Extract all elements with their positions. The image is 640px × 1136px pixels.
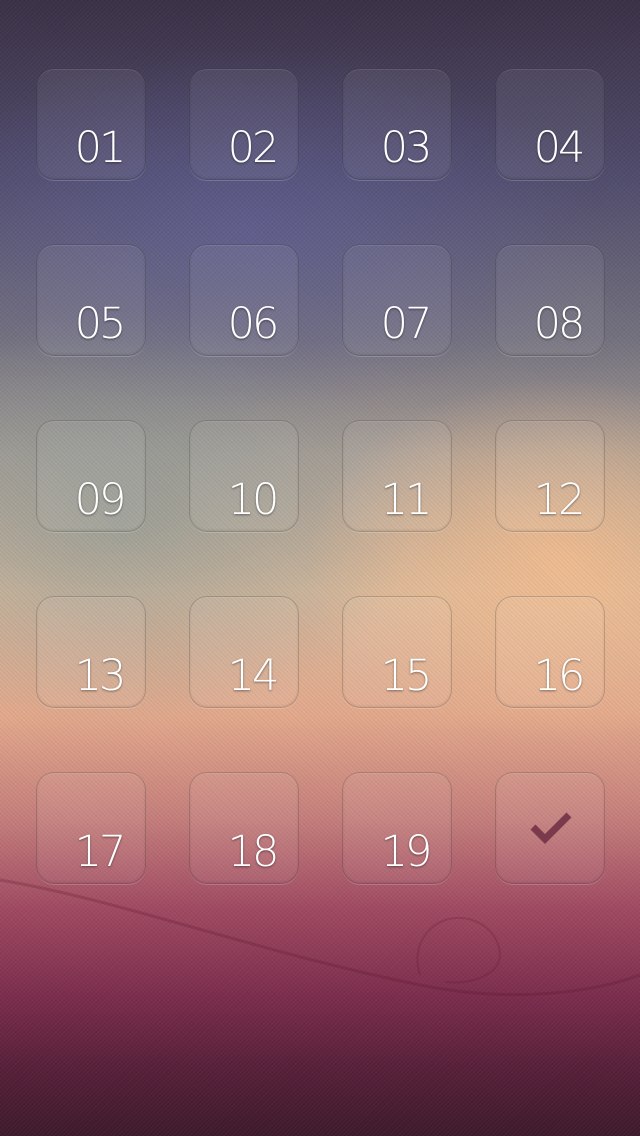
- key-label: 15: [380, 651, 433, 701]
- key-label: 11: [380, 475, 433, 525]
- key-label: 14: [227, 651, 280, 701]
- key-label: 17: [74, 827, 127, 877]
- checkmark-icon: [530, 812, 572, 844]
- key-label: 19: [380, 827, 433, 877]
- key-10[interactable]: 10: [189, 420, 299, 532]
- key-12[interactable]: 12: [495, 420, 605, 532]
- key-label: 08: [533, 299, 586, 349]
- key-08[interactable]: 08: [495, 244, 605, 356]
- key-13[interactable]: 13: [36, 596, 146, 708]
- key-19[interactable]: 19: [342, 772, 452, 884]
- key-label: 10: [227, 475, 280, 525]
- key-label: 06: [227, 299, 280, 349]
- key-02[interactable]: 02: [189, 68, 299, 180]
- key-label: 01: [74, 123, 127, 173]
- key-label: 13: [74, 651, 127, 701]
- key-label: 03: [380, 123, 433, 173]
- key-01[interactable]: 01: [36, 68, 146, 180]
- key-label: 18: [227, 827, 280, 877]
- key-16[interactable]: 16: [495, 596, 605, 708]
- key-17[interactable]: 17: [36, 772, 146, 884]
- key-label: 16: [533, 651, 586, 701]
- key-06[interactable]: 06: [189, 244, 299, 356]
- key-04[interactable]: 04: [495, 68, 605, 180]
- confirm-button[interactable]: [495, 772, 605, 884]
- key-label: 02: [227, 123, 280, 173]
- key-09[interactable]: 09: [36, 420, 146, 532]
- key-05[interactable]: 05: [36, 244, 146, 356]
- key-label: 04: [533, 123, 586, 173]
- key-07[interactable]: 07: [342, 244, 452, 356]
- key-11[interactable]: 11: [342, 420, 452, 532]
- key-14[interactable]: 14: [189, 596, 299, 708]
- key-15[interactable]: 15: [342, 596, 452, 708]
- key-label: 12: [533, 475, 586, 525]
- key-label: 07: [380, 299, 433, 349]
- key-18[interactable]: 18: [189, 772, 299, 884]
- key-label: 09: [74, 475, 127, 525]
- passcode-keypad: 01 02 03 04 05 06 07 08 09 10 11 12 13 1…: [36, 68, 606, 884]
- key-label: 05: [74, 299, 127, 349]
- key-03[interactable]: 03: [342, 68, 452, 180]
